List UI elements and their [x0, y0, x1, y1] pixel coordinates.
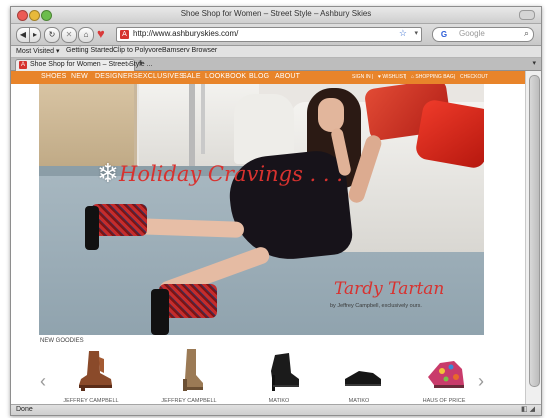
checkout-link[interactable]: CHECKOUT	[460, 74, 488, 80]
window-title: Shoe Shop for Women – Street Style – Ash…	[180, 9, 372, 18]
vertical-scrollbar[interactable]	[525, 71, 541, 404]
heart-icon[interactable]: ♥	[97, 26, 105, 42]
title-bar: Shoe Shop for Women – Street Style – Ash…	[11, 7, 541, 24]
search-placeholder: Google	[459, 29, 485, 38]
forward-button[interactable]: ▸	[29, 27, 41, 43]
nav-exclusives[interactable]: EXCLUSIVES	[138, 73, 184, 80]
product-image-black-bootie	[271, 353, 299, 391]
hero-product-title[interactable]: Tardy Tartan	[334, 279, 444, 299]
url-bar[interactable]: A http://www.ashburyskies.com/ ☆ ▾	[116, 27, 422, 42]
status-addon-icon[interactable]: ◧ ◢	[521, 405, 535, 413]
product-card[interactable]: JEFFREY CAMPBELL	[159, 349, 219, 404]
forward-arrow-icon: ▸	[32, 30, 37, 39]
product-image-fringe-boot	[79, 351, 112, 391]
site-favicon-icon: A	[120, 30, 129, 39]
hero-banner[interactable]: ❄ Holiday Cravings . . . Tardy Tartan by…	[39, 84, 484, 335]
hero-ladder-rail	[201, 84, 205, 154]
product-image-tall-boot	[183, 349, 203, 391]
stop-button[interactable]: ✕	[61, 27, 77, 43]
bookmark-getting-started[interactable]: Getting Started	[66, 47, 113, 54]
stop-icon: ✕	[65, 30, 73, 39]
browser-window: Shoe Shop for Women – Street Style – Ash…	[10, 6, 542, 416]
nav-divider: |	[405, 74, 407, 80]
home-icon: ⌂	[83, 30, 89, 39]
product-image-floral-wedge	[428, 361, 464, 388]
nav-about[interactable]: ABOUT	[275, 73, 300, 80]
boot-platform-sole	[85, 206, 99, 250]
scrollbar-thumb[interactable]	[529, 75, 540, 387]
bookmark-bamserv-browser[interactable]: Bamserv Browser	[162, 47, 217, 54]
nav-lookbook[interactable]: LOOKBOOK	[205, 73, 246, 80]
shopping-bag-link[interactable]: ⌂ SHOPPING BAG	[411, 74, 454, 80]
reload-button[interactable]: ↻	[44, 27, 60, 43]
tartan-boot	[91, 204, 147, 236]
nav-shoes[interactable]: SHOES	[41, 73, 67, 80]
new-goodies-heading: NEW GOODIES	[40, 338, 84, 344]
back-button[interactable]: ◀	[16, 27, 30, 43]
snowflake-icon: ❄	[97, 158, 119, 188]
bookmarks-bar: Most Visited ▾ Getting Started Clip to P…	[11, 46, 541, 58]
url-text[interactable]: http://www.ashburyskies.com/	[133, 29, 238, 38]
hero-byline: by Jeffrey Campbell, exclusively ours.	[330, 303, 422, 309]
nav-divider: |	[454, 74, 456, 80]
bookmark-star-icon[interactable]: ☆	[399, 28, 407, 39]
product-card[interactable]: MATIKO	[249, 349, 309, 404]
product-card[interactable]: MATIKO	[329, 349, 389, 404]
google-icon: G	[440, 30, 448, 39]
model-face	[318, 98, 344, 132]
new-tab-button[interactable]: +	[138, 58, 144, 69]
tab-close-icon[interactable]: ×	[126, 60, 131, 69]
product-card[interactable]: JEFFREY CAMPBELL	[61, 349, 121, 404]
carousel-next-icon[interactable]: ›	[478, 371, 484, 392]
search-engine-selector[interactable]: G	[432, 27, 456, 42]
reload-icon: ↻	[48, 30, 56, 39]
tab-strip: A Shoe Shop for Women – Street Style ...…	[11, 58, 541, 71]
tab-label: Shoe Shop for Women – Street Style ...	[30, 61, 153, 68]
home-button[interactable]: ⌂	[78, 27, 94, 43]
bookmark-most-visited[interactable]: Most Visited ▾	[16, 47, 59, 55]
page-content: SHOES NEW DESIGNERS EXCLUSIVES SALE LOOK…	[11, 71, 525, 404]
site-nav: SHOES NEW DESIGNERS EXCLUSIVES SALE LOOK…	[11, 71, 525, 84]
back-arrow-icon: ◀	[19, 30, 27, 39]
hero-pillow	[414, 98, 484, 170]
search-input[interactable]: Google ⌕	[455, 27, 534, 42]
product-image-black-oxford	[345, 371, 381, 386]
nav-designers[interactable]: DESIGNERS	[95, 73, 138, 80]
tab-favicon-icon: A	[19, 61, 27, 69]
hero-wood-panel	[39, 84, 134, 170]
wishlist-link[interactable]: ♥ WISHLIST	[378, 74, 406, 80]
hero-headline: Holiday Cravings . . .	[119, 162, 343, 186]
status-bar: Done ◧ ◢	[11, 404, 541, 415]
navigation-toolbar: ◀ ▸ ↻ ✕ ⌂ ♥ A http://www.ashburyskies.co…	[11, 24, 541, 46]
bookmark-clip-to-polyvore[interactable]: Clip to Polyvore	[113, 47, 162, 54]
carousel-prev-icon[interactable]: ‹	[40, 371, 46, 392]
toolbar-toggle-button[interactable]	[519, 10, 535, 20]
tab-list-icon[interactable]: ▾	[532, 59, 536, 67]
status-text: Done	[16, 406, 33, 413]
search-icon[interactable]: ⌕	[524, 28, 529, 39]
tab-active[interactable]: A Shoe Shop for Women – Street Style ...…	[15, 59, 152, 71]
sign-in-link[interactable]: SIGN IN	[352, 74, 371, 80]
boot-platform-sole	[151, 289, 169, 335]
nav-divider: |	[372, 74, 374, 80]
hero-ladder	[189, 84, 195, 170]
nav-blog[interactable]: BLOG	[249, 73, 269, 80]
product-card[interactable]: HAUS OF PRICE	[414, 349, 474, 404]
nav-new[interactable]: NEW	[71, 73, 88, 80]
url-dropdown-icon[interactable]: ▾	[414, 29, 418, 37]
nav-sale[interactable]: SALE	[182, 73, 201, 80]
